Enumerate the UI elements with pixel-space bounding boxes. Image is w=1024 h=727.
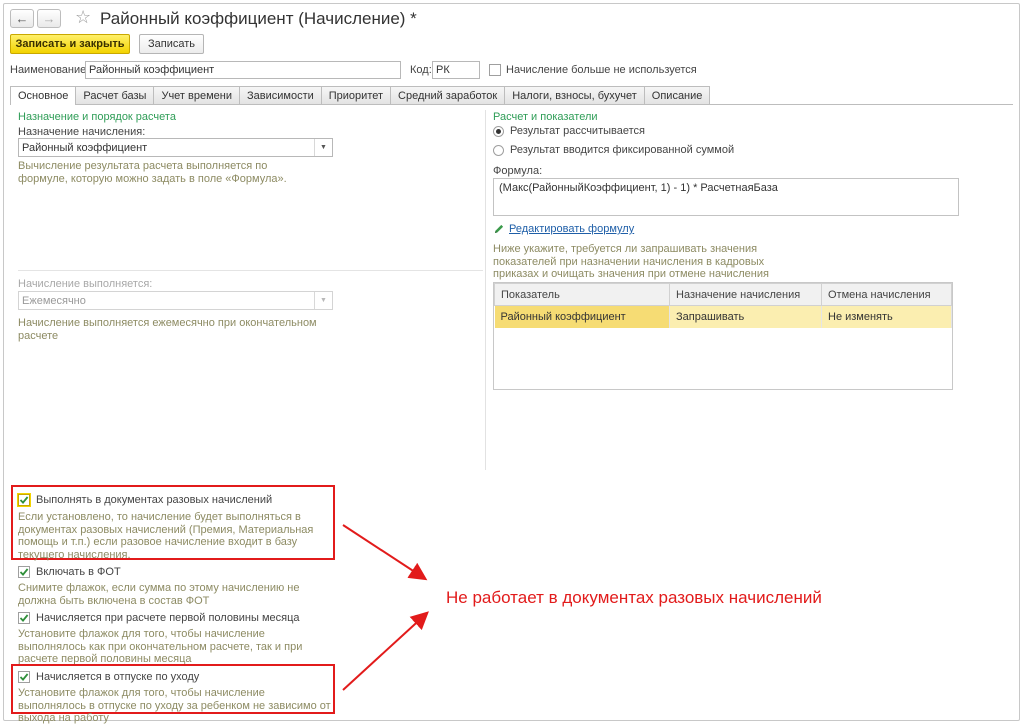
annotation-arrows <box>342 524 429 691</box>
annotation-text: Не работает в документах разовых начисле… <box>446 588 822 607</box>
arrow-up-right-icon <box>342 611 429 691</box>
tab-main[interactable]: Основное <box>10 86 77 105</box>
arrow-down-right-icon <box>342 524 428 581</box>
